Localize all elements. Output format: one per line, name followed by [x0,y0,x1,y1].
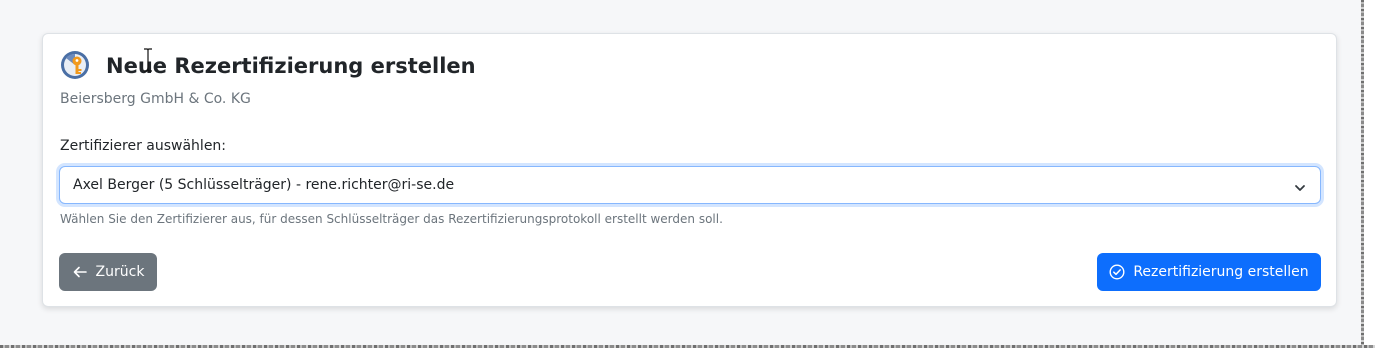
recertification-card: Neue Rezertifizierung erstellen Beiersbe… [42,33,1337,307]
torn-edge-right [1361,0,1375,357]
company-name: Beiersberg GmbH & Co. KG [60,91,251,107]
check-circle-icon [1109,264,1125,280]
certifier-select-value: Axel Berger (5 Schlüsselträger) - rene.r… [73,177,455,193]
certifier-select[interactable]: Axel Berger (5 Schlüsselträger) - rene.r… [59,166,1321,204]
back-button-label: Zurück [95,264,145,280]
create-recertification-button[interactable]: Rezertifizierung erstellen [1097,253,1321,291]
back-button[interactable]: Zurück [59,253,157,291]
torn-edge-bottom [0,345,1375,357]
certifier-help-text: Wählen Sie den Zertifizierer aus, für de… [60,212,723,226]
certifier-select-label: Zertifizierer auswählen: [60,138,227,154]
page-title: Neue Rezertifizierung erstellen [106,54,476,78]
key-logo-icon [60,50,90,80]
create-recertification-button-label: Rezertifizierung erstellen [1133,264,1309,280]
chevron-down-icon [1294,179,1306,191]
arrow-left-icon [73,266,87,278]
